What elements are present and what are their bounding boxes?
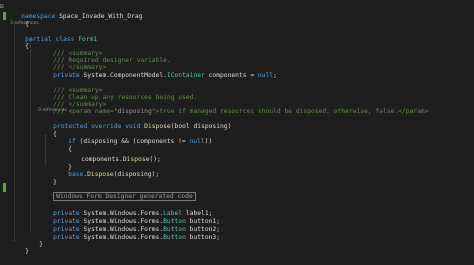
- code-line-method-signature[interactable]: protected override void Dispose(bool dis…: [38, 113, 231, 130]
- editor-margin: [0, 0, 9, 248]
- code-line-base-dispose[interactable]: base.Dispose(disposing);: [53, 161, 159, 178]
- type-name: IContainer: [166, 72, 205, 79]
- keyword-null: null: [257, 72, 274, 79]
- code-editor[interactable]: ⊟ namespace Space_Invade_With_Drag { 3 r…: [0, 0, 474, 255]
- type-namespace: System.Windows.Forms.: [79, 234, 164, 241]
- code-line-dispose-call[interactable]: components.Dispose();: [66, 146, 161, 163]
- call-args: (disposing);: [113, 171, 160, 178]
- keyword-private: private: [53, 234, 80, 241]
- field-name: button3;: [185, 234, 220, 241]
- type-name: Button: [163, 234, 186, 241]
- code-line-brace[interactable]: }: [10, 238, 29, 255]
- code-line-brace[interactable]: {: [10, 11, 29, 28]
- code-line-brace[interactable]: {: [53, 136, 72, 153]
- keyword-null: null: [189, 138, 205, 145]
- code-line-brace[interactable]: {: [10, 33, 29, 50]
- method-call: Dispose: [87, 171, 114, 178]
- code-line-field[interactable]: private System.Windows.Forms.Button butt…: [38, 224, 220, 241]
- change-indicator: [3, 183, 6, 192]
- if-close: )): [204, 138, 213, 145]
- close-brace: }: [39, 241, 43, 248]
- semicolon: ;: [273, 72, 277, 79]
- indent-guide: [30, 38, 31, 232]
- namespace-name: Space_Invade_With_Drag: [55, 13, 143, 20]
- open-brace: {: [25, 43, 29, 50]
- code-line-brace[interactable]: }: [38, 169, 57, 186]
- code-line-if[interactable]: if (disposing && (components != null)): [53, 128, 212, 145]
- code-line-field-components[interactable]: private System.ComponentModel.IContainer…: [38, 62, 277, 79]
- code-line-region[interactable]: Windows Form Designer generated code: [38, 183, 196, 201]
- keyword-base: base: [68, 171, 84, 178]
- if-condition: (disposing && (components !=: [75, 138, 190, 145]
- field-name: components =: [204, 72, 258, 79]
- close-brace: }: [25, 248, 29, 255]
- code-line-comment[interactable]: /// <param name="disposing">true if mana…: [38, 98, 428, 115]
